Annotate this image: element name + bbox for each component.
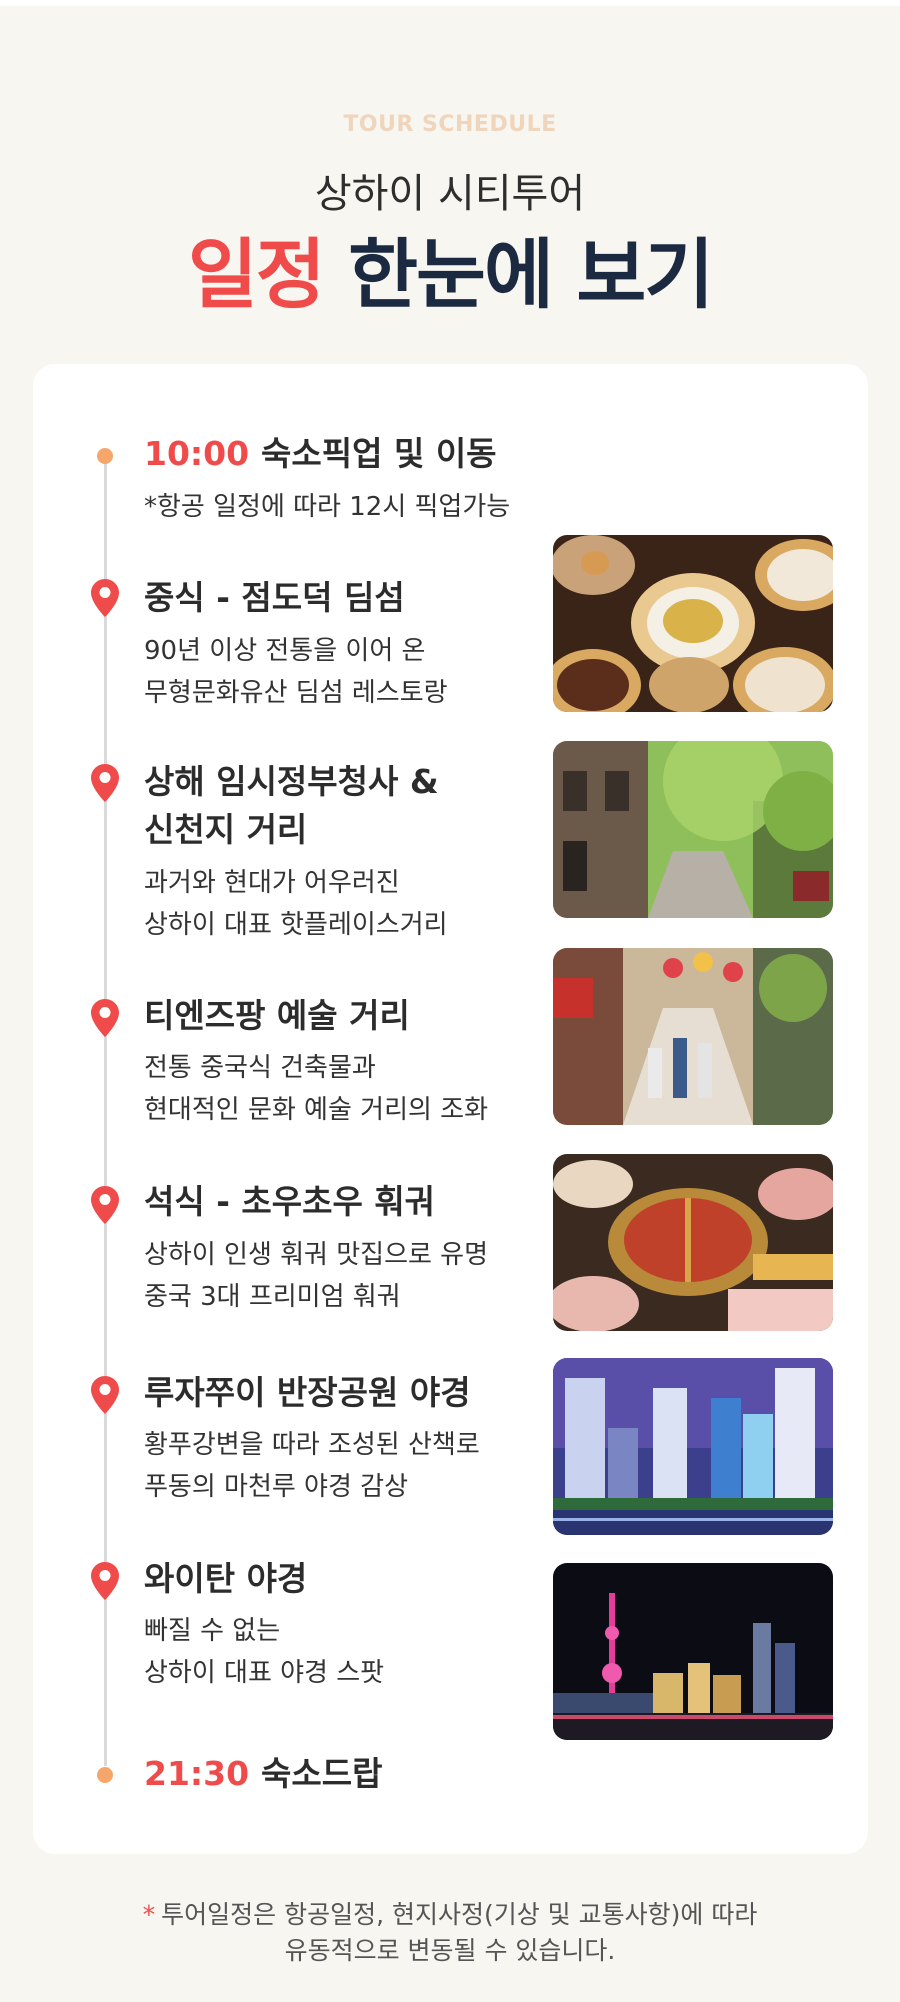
schedule-item-desc: 황푸강변을 따라 조성된 산책로 푸동의 마천루 야경 감상 <box>144 1430 480 1502</box>
eyebrow-label: TOUR SCHEDULE <box>343 112 557 137</box>
schedule-item-title: 21:30 숙소드랍 <box>144 1750 383 1798</box>
dim-sum-photo <box>553 535 833 712</box>
title-rest: 한눈에 보기 <box>348 230 714 319</box>
schedule-item-title: 루자쭈이 반장공원 야경 <box>144 1373 471 1412</box>
lujiazui-skyline-photo <box>553 1358 833 1535</box>
schedule-item-desc: 전통 중국식 건축물과 현대적인 문화 예술 거리의 조화 <box>144 1053 489 1125</box>
timeline-dot <box>97 448 113 464</box>
map-pin-icon <box>91 1562 119 1600</box>
timeline-dot <box>97 1767 113 1783</box>
page-title: 일정 한눈에 보기 <box>0 237 900 313</box>
map-pin-icon <box>91 764 119 802</box>
top-strip <box>0 0 900 6</box>
schedule-item-title: 중식 - 점도덕 딤섬 <box>144 578 405 617</box>
schedule-time: 21:30 <box>144 1754 250 1793</box>
xintiandi-street-photo <box>553 741 833 918</box>
page-header: TOUR SCHEDULE 상하이 시티투어 일정 한눈에 보기 <box>0 112 900 313</box>
schedule-item-title: 상해 임시정부청사 & 신천지 거리 <box>144 758 524 854</box>
schedule-title-text: 숙소픽업 및 이동 <box>261 434 497 473</box>
schedule-item-desc: *항공 일정에 따라 12시 픽업가능 <box>144 492 511 522</box>
schedule-item-title: 티엔즈팡 예술 거리 <box>144 996 410 1035</box>
title-accent: 일정 <box>187 230 326 319</box>
page-subtitle: 상하이 시티투어 <box>314 171 586 217</box>
map-pin-icon <box>91 999 119 1037</box>
schedule-item-desc: 빠질 수 없는 상하이 대표 야경 스팟 <box>144 1616 385 1688</box>
map-pin-icon <box>91 1376 119 1414</box>
schedule-item-title: 10:00 숙소픽업 및 이동 <box>144 430 497 478</box>
map-pin-icon <box>91 579 119 617</box>
tianzifang-alley-photo <box>553 948 833 1125</box>
schedule-item-desc: 상하이 인생 훠궈 맛집으로 유명 중국 3대 프리미엄 훠궈 <box>144 1240 489 1312</box>
bund-night-photo <box>553 1563 833 1740</box>
tour-footnote: * 투어일정은 항공일정, 현지사정(기상 및 교통사항)에 따라 유동적으로 변… <box>0 1897 900 1969</box>
footnote-text-1: 투어일정은 항공일정, 현지사정(기상 및 교통사항)에 따라 <box>161 1900 758 1929</box>
schedule-title-text: 상해 임시정부청사 & 신천지 거리 <box>144 762 439 849</box>
schedule-item-desc: 과거와 현대가 어우러진 상하이 대표 핫플레이스거리 <box>144 868 448 940</box>
schedule-item-desc: 90년 이상 전통을 이어 온 무형문화유산 딤섬 레스토랑 <box>144 636 448 708</box>
footnote-star: * <box>142 1900 156 1929</box>
schedule-time: 10:00 <box>144 434 250 473</box>
schedule-item-title: 석식 - 초우초우 훠궈 <box>144 1182 436 1221</box>
hotpot-photo <box>553 1154 833 1331</box>
schedule-title-text: 숙소드랍 <box>261 1754 383 1793</box>
footnote-line-1: * 투어일정은 항공일정, 현지사정(기상 및 교통사항)에 따라 <box>0 1897 900 1933</box>
schedule-item-title: 와이탄 야경 <box>144 1559 308 1598</box>
footnote-line-2: 유동적으로 변동될 수 있습니다. <box>284 1936 616 1965</box>
map-pin-icon <box>91 1186 119 1224</box>
